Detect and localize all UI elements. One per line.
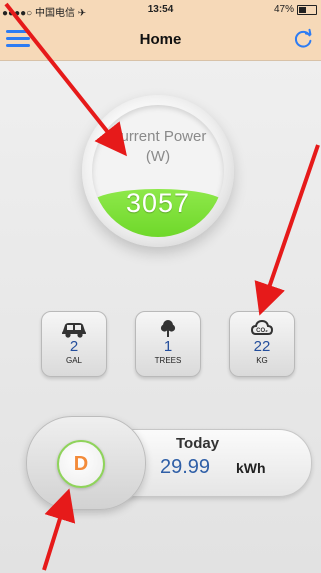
eco-tile-gallons[interactable]: 2 GAL [41, 311, 107, 377]
eco-tile-co2[interactable]: CO₂ 22 KG [229, 311, 295, 377]
status-bar: ●●●●○ 中国电信 ✈ 13:54 47% [0, 0, 321, 20]
eco-unit: GAL [65, 356, 82, 365]
status-time: 13:54 [147, 4, 174, 15]
nav-bar: Home [0, 20, 321, 61]
grade-badge[interactable]: D [57, 440, 105, 488]
eco-value: 22 [253, 338, 271, 355]
battery-percent: 47% [273, 4, 294, 15]
tree-icon [136, 318, 200, 338]
eco-value: 1 [163, 338, 173, 355]
gauge-title: Current Power (W) [92, 127, 224, 167]
car-icon [42, 318, 106, 338]
battery-icon [297, 4, 317, 15]
eco-unit: KG [256, 356, 268, 365]
eco-tile-trees[interactable]: 1 TREES [135, 311, 201, 377]
gauge-label-line1: Current Power [109, 128, 207, 145]
svg-text:CO₂: CO₂ [256, 328, 268, 334]
co2-cloud-icon: CO₂ [230, 318, 294, 338]
grade-knob: D [26, 416, 146, 510]
today-label: Today [176, 435, 220, 452]
today-panel[interactable]: D Today 29.99 kWh [26, 416, 316, 510]
eco-value: 2 [69, 338, 79, 355]
today-value: 29.99 [160, 456, 211, 478]
eco-unit: TREES [154, 356, 182, 365]
current-power-gauge[interactable]: Current Power (W) 3057 [82, 95, 234, 247]
status-right: 47% [274, 4, 317, 15]
page-title: Home [139, 31, 182, 48]
gauge-value: 3057 [125, 188, 191, 218]
main-content: Current Power (W) 3057 2 GAL 1 TREES CO₂… [0, 61, 321, 573]
today-unit: kWh [236, 460, 266, 476]
gauge-face: Current Power (W) 3057 [92, 105, 224, 237]
gauge-label-line2: (W) [145, 148, 171, 165]
refresh-icon[interactable] [293, 28, 315, 50]
